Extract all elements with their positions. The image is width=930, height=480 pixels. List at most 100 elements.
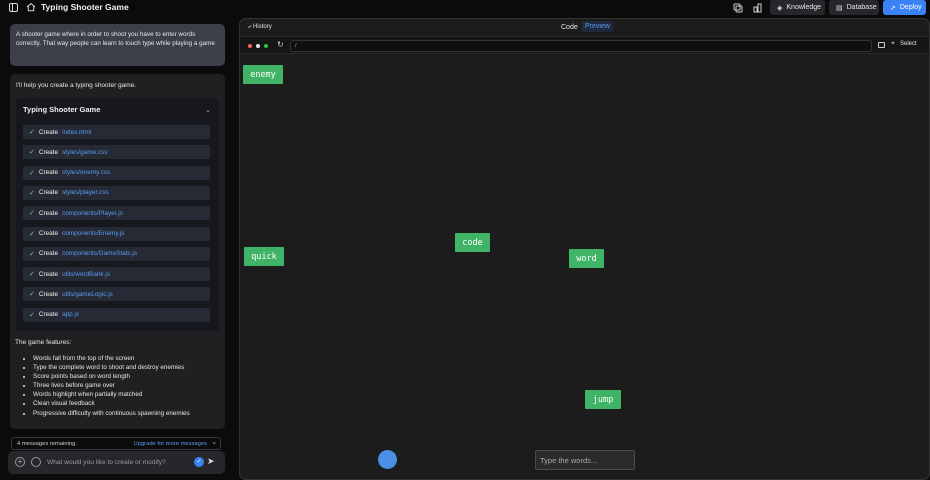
minimize-dot-icon (256, 44, 260, 48)
file-row[interactable]: ✓ Create styles/player.css (23, 185, 210, 200)
file-action: Create (38, 169, 59, 177)
upgrade-link[interactable]: Upgrade for more messages (134, 441, 207, 447)
file-path[interactable]: components/GameStats.js (62, 250, 137, 257)
database-label: Database (846, 4, 877, 11)
check-icon: ✓ (29, 210, 35, 218)
tab-code[interactable]: Code (561, 24, 578, 31)
chat-input-bar: + ✓ ➤ (8, 451, 225, 474)
feature-item: Score points based on word length (33, 372, 190, 381)
chevron-down-icon[interactable]: ⌄ (205, 106, 211, 114)
file-action: Create (38, 189, 59, 197)
file-row[interactable]: ✓ Create components/Enemy.js (23, 226, 210, 241)
palette-icon[interactable] (31, 457, 41, 467)
file-path[interactable]: app.js (62, 311, 79, 318)
file-path[interactable]: components/Enemy.js (62, 230, 124, 237)
sidebar-toggle-icon[interactable] (9, 3, 18, 12)
enemy-word: quick (244, 247, 284, 266)
close-dot-icon (248, 44, 252, 48)
messages-remaining: 4 messages remaining. (17, 440, 77, 447)
file-row[interactable]: ✓ Create utils/wordBank.js (23, 267, 210, 282)
file-path[interactable]: styles/game.css (62, 149, 107, 156)
enemy-word: word (569, 249, 604, 268)
check-icon: ✓ (29, 271, 35, 279)
file-action: Create (38, 230, 59, 237)
enemy-word: code (455, 233, 490, 252)
file-action: Create (38, 148, 59, 156)
features-list: Words fall from the top of the screenTyp… (33, 354, 190, 418)
file-row[interactable]: ✓ Create styles/enemy.css (23, 165, 210, 180)
file-path[interactable]: components/Player.js (62, 210, 123, 217)
file-row[interactable]: ✓ Create app.js (23, 307, 210, 322)
database-button[interactable]: ▤ Database (829, 0, 879, 15)
feature-item: Three lives before game over (33, 381, 190, 390)
file-path[interactable]: index.html (62, 129, 91, 136)
messages-remaining-banner: 4 messages remaining. Upgrade for more m… (11, 437, 221, 450)
maximize-dot-icon (264, 44, 268, 48)
file-action: Create (38, 128, 59, 136)
file-action: Create (38, 290, 59, 298)
feature-item: Words highlight when partially matched (33, 390, 190, 399)
database-icon: ▤ (836, 4, 843, 12)
select-label[interactable]: Select (900, 41, 917, 47)
assistant-reply: I'll help you create a typing shooter ga… (10, 74, 225, 429)
rocket-icon: ➚ (890, 4, 896, 12)
feature-item: Words fall from the top of the screen (33, 354, 190, 363)
typing-input[interactable] (535, 450, 635, 470)
file-row[interactable]: ✓ Create styles/game.css (23, 145, 210, 160)
home-icon[interactable] (26, 2, 36, 12)
check-icon: ✓ (29, 129, 35, 136)
feature-item: Type the complete word to shoot and dest… (33, 363, 190, 372)
file-row[interactable]: ✓ Create components/Player.js (23, 206, 210, 221)
copy-icon[interactable] (732, 2, 743, 13)
check-icon[interactable]: ✓ (194, 457, 204, 467)
deploy-button[interactable]: ➚ Deploy (883, 0, 926, 15)
artifact-title[interactable]: Typing Shooter Game (23, 105, 100, 114)
feature-item: Clean visual feedback (33, 399, 190, 408)
file-path[interactable]: styles/player.css (62, 189, 109, 196)
check-icon: ✓ (29, 291, 35, 299)
select-icon[interactable]: ⌖ (891, 40, 895, 48)
knowledge-icon: ◈ (777, 4, 783, 12)
player-ship (378, 450, 397, 469)
preview-panel: ⤶ History Code Preview ↻ / ⌖ Select enem… (239, 18, 930, 480)
send-icon[interactable]: ➤ (207, 456, 218, 467)
file-path[interactable]: utils/wordBank.js (62, 271, 110, 278)
close-icon[interactable]: × (213, 441, 216, 447)
check-icon: ✓ (29, 250, 35, 258)
screen-icon[interactable] (878, 42, 885, 48)
file-path[interactable]: utils/gameLogic.js (62, 291, 113, 298)
file-action: Create (38, 209, 59, 217)
history-label: History (253, 24, 272, 30)
check-icon: ✓ (29, 230, 35, 238)
file-action: Create (38, 311, 59, 319)
feature-item: Progressive difficulty with continuous s… (33, 409, 190, 418)
enemy-word: enemy (243, 65, 283, 84)
plus-icon[interactable]: + (15, 457, 25, 467)
enemy-word: jump (585, 390, 621, 409)
file-row[interactable]: ✓ Create index.html (23, 125, 210, 139)
file-row[interactable]: ✓ Create components/GameStats.js (23, 246, 210, 261)
refresh-icon[interactable]: ↻ (277, 40, 284, 49)
knowledge-label: Knowledge (786, 4, 822, 11)
top-bar: Typing Shooter Game ◈ Knowledge ▤ Databa… (0, 0, 930, 15)
file-action: Create (38, 270, 59, 278)
reply-intro: I'll help you create a typing shooter ga… (16, 82, 137, 89)
app-title: Typing Shooter Game (41, 2, 129, 12)
knowledge-button[interactable]: ◈ Knowledge (770, 0, 825, 15)
check-icon: ✓ (29, 189, 35, 197)
tab-preview[interactable]: Preview (582, 21, 613, 32)
file-path[interactable]: styles/enemy.css (62, 169, 110, 176)
file-row[interactable]: ✓ Create utils/gameLogic.js (23, 287, 210, 302)
file-action: Create (38, 250, 59, 258)
deploy-label: Deploy (899, 4, 922, 11)
history-button[interactable]: ⤶ History (248, 24, 272, 31)
check-icon: ✓ (29, 311, 35, 319)
integrations-icon[interactable] (752, 2, 763, 13)
url-field[interactable]: / (290, 40, 872, 52)
chat-input[interactable] (47, 457, 187, 468)
user-prompt: A shooter game where in order to shoot y… (10, 24, 225, 66)
check-icon: ✓ (29, 169, 35, 177)
features-title: The game features: (15, 339, 72, 346)
artifact-card: Typing Shooter Game ⌄ ✓ Create index.html ✓… (16, 98, 219, 331)
browser-bar: ↻ / ⌖ Select (240, 36, 929, 54)
